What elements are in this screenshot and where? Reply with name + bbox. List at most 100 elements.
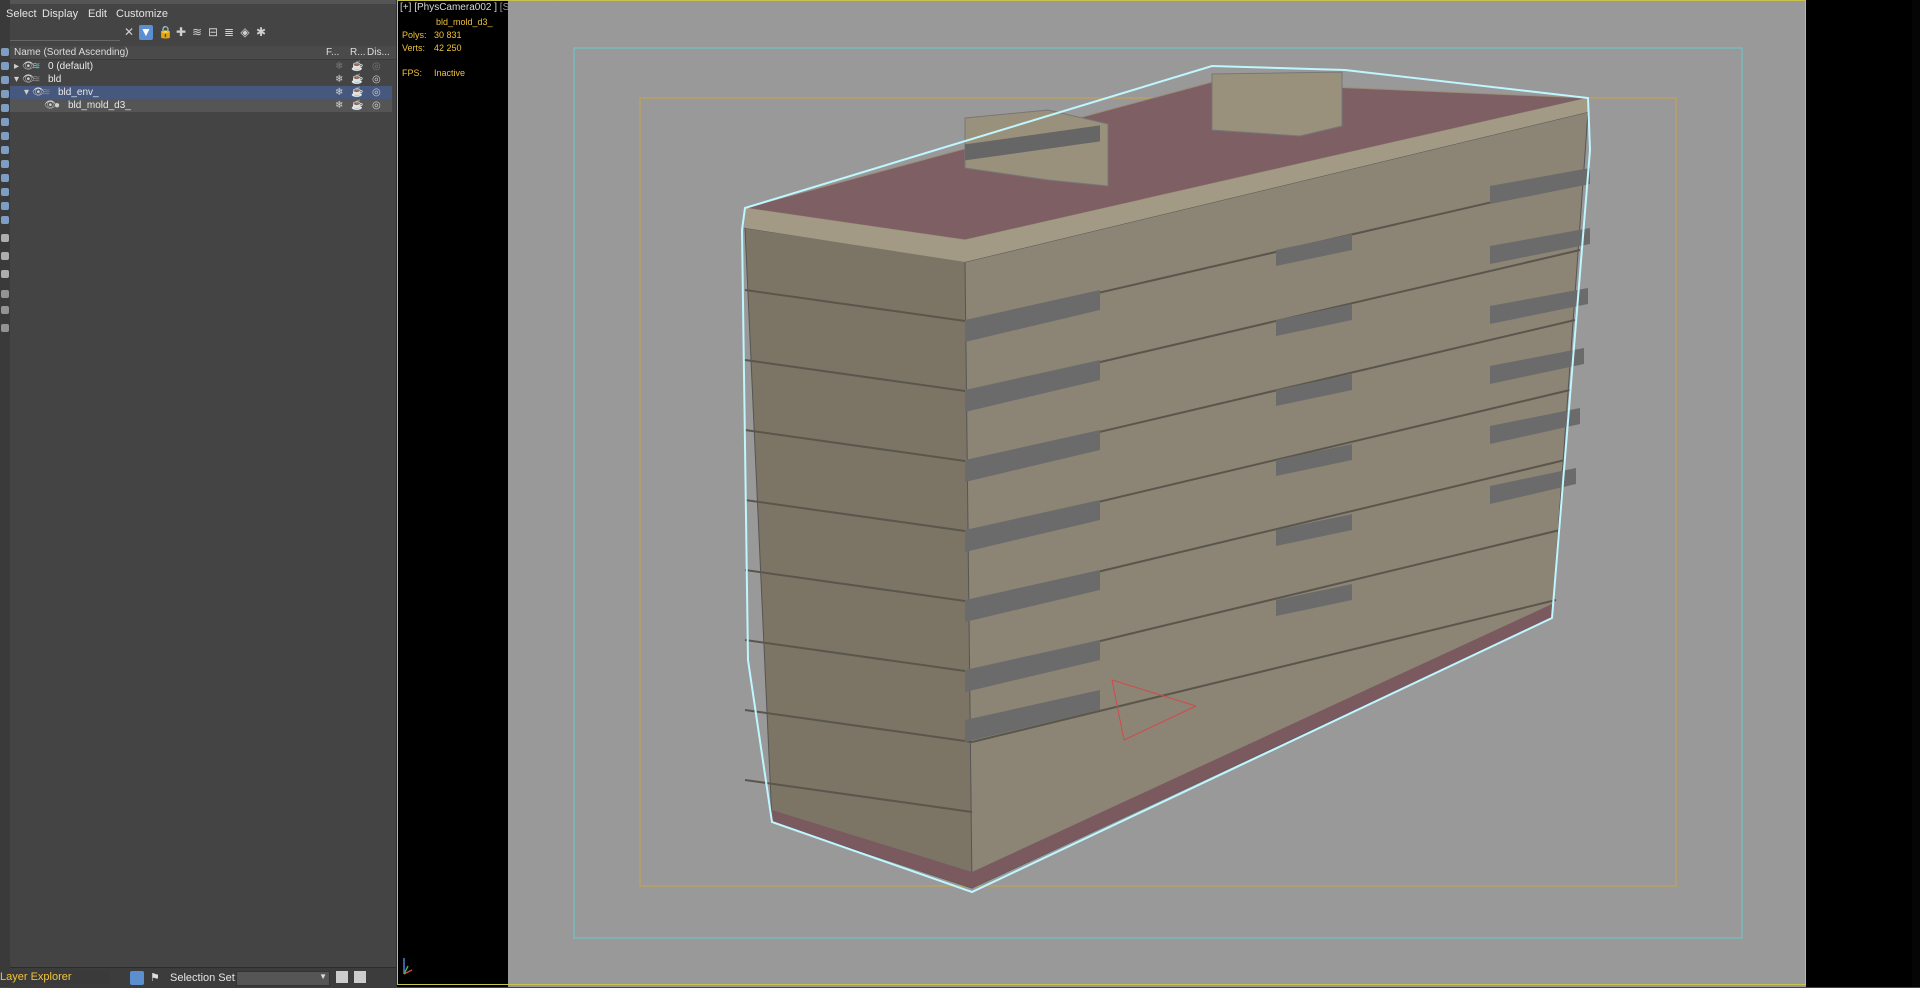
helper-icon[interactable]	[1, 104, 9, 112]
explorer-menubar: Select Display Edit Customize	[6, 8, 396, 22]
light-icon[interactable]	[1, 76, 9, 84]
stats-fps-label: FPS:	[402, 68, 423, 78]
render-icon[interactable]: ☕	[351, 99, 363, 112]
frozen-icon[interactable]	[1, 188, 9, 196]
layer-icon: ≋	[42, 87, 51, 98]
container-icon[interactable]	[1, 174, 9, 182]
collapse-arrow-icon[interactable]: ▾	[24, 86, 29, 99]
funnel-icon[interactable]	[1, 306, 9, 314]
layer-stack-icon[interactable]: ≣	[222, 25, 236, 40]
right-edge-bar	[1912, 0, 1920, 987]
sphere-icon[interactable]	[1, 48, 9, 56]
clear-search-icon[interactable]: ✕	[122, 25, 136, 40]
object-icon: ●	[54, 100, 61, 111]
display-icon[interactable]: ◎	[372, 60, 381, 73]
roof-box-right	[1211, 71, 1343, 137]
column-frozen[interactable]: F...	[326, 47, 339, 58]
freeze-icon[interactable]: ❄	[335, 73, 343, 86]
search-input[interactable]	[10, 26, 120, 41]
layer-icon: ≋	[32, 74, 41, 85]
stats-fps-row: FPS: Inactive	[402, 67, 493, 80]
highlight-layer-icon[interactable]: ◈	[238, 25, 252, 40]
viewport-point-of-view-menu[interactable]: [PhysCamera002 ]	[414, 2, 497, 13]
layer-name: bld_env_	[58, 87, 99, 98]
layers-icon[interactable]	[1, 62, 9, 70]
hidden-icon[interactable]	[1, 202, 9, 210]
render-icon[interactable]: ☕	[351, 86, 363, 99]
explorer-type-dropdown[interactable]: Layer Explorer	[0, 971, 110, 984]
list-icon[interactable]	[1, 270, 9, 278]
hierarchy-view-icon[interactable]: ⚑	[150, 971, 160, 984]
filter-none-icon[interactable]	[1, 234, 9, 242]
left-tool-strip	[0, 0, 10, 987]
selection-set-label: Selection Set:	[170, 972, 238, 984]
scene-render	[573, 47, 1743, 939]
stats-verts-row: Verts: 42 250	[402, 42, 493, 55]
axis-tripod-icon	[400, 952, 416, 980]
menu-edit[interactable]: Edit	[88, 8, 107, 20]
stats-polys-row: Polys: 30 831	[402, 29, 493, 42]
explorer-toolbar: ✕ ▼ 🔒 ✚ ≋ ⊟ ≣ ◈ ✱	[10, 24, 396, 44]
lock-icon[interactable]: 🔒	[158, 25, 173, 40]
group-icon[interactable]	[1, 132, 9, 140]
viewport-label-menu: [+] [PhysCamera002 ] [Standard ] [Defaul…	[400, 2, 631, 13]
render-icon[interactable]: ☕	[351, 73, 363, 86]
stats-object-name: bld_mold_d3_	[436, 17, 493, 27]
camera-icon[interactable]	[1, 90, 9, 98]
filter-toggle-icon[interactable]: ▼	[139, 25, 153, 40]
folder-icon[interactable]	[1, 324, 9, 332]
filter-icon[interactable]	[1, 290, 9, 298]
collapse-arrow-icon[interactable]: ▾	[14, 73, 19, 86]
display-icon[interactable]: ◎	[372, 99, 381, 112]
building-end-face	[744, 227, 976, 889]
layer-row[interactable]: ▾ 👁 ≋ bld_env_ ❄ ☕ ◎	[10, 86, 392, 99]
display-icon[interactable]: ◎	[372, 86, 381, 99]
add-layer-icon[interactable]: ✚	[174, 25, 188, 40]
column-render[interactable]: R...	[350, 47, 366, 58]
freeze-icon[interactable]: ❄	[335, 99, 343, 112]
render-icon[interactable]: ☕	[351, 60, 363, 73]
viewport-letterbox-left	[397, 0, 508, 987]
viewport-letterbox-right	[1806, 0, 1920, 987]
perspective-viewport[interactable]	[508, 0, 1806, 987]
settings-icon[interactable]: ✱	[254, 25, 268, 40]
object-row[interactable]: 👁 ● bld_mold_d3_ ❄ ☕ ◎	[10, 99, 392, 112]
menu-display[interactable]: Display	[42, 8, 78, 20]
spacewarp-icon[interactable]	[1, 118, 9, 126]
column-display[interactable]: Dis...	[367, 47, 390, 58]
expand-arrow-icon[interactable]: ▸	[14, 60, 19, 73]
stack-icon[interactable]: ≋	[190, 25, 204, 40]
stats-polys-label: Polys:	[402, 30, 427, 40]
bone-icon[interactable]	[1, 160, 9, 168]
chevron-down-icon: ▼	[319, 972, 327, 981]
column-name[interactable]: Name (Sorted Ascending)	[14, 47, 129, 58]
stats-polys-value: 30 831	[434, 30, 462, 40]
freeze-icon[interactable]: ❄	[335, 86, 343, 99]
xref-icon[interactable]	[1, 146, 9, 154]
menu-customize[interactable]: Customize	[116, 8, 168, 20]
layer-icon: ≋	[32, 61, 41, 72]
stats-verts-value: 42 250	[434, 43, 462, 53]
layer-name: 0 (default)	[48, 61, 94, 72]
layer-row[interactable]: ▾ 👁 ≋ bld ❄ ☕ ◎	[10, 73, 392, 86]
hierarchy-icon[interactable]: ⊟	[206, 25, 220, 40]
menu-select[interactable]: Select	[6, 8, 37, 20]
display-icon[interactable]: ◎	[372, 73, 381, 86]
stats-fps-value: Inactive	[434, 68, 466, 78]
explorer-bottom-bar: Layer Explorer ⚑ Selection Set: ▼	[0, 967, 396, 988]
stats-verts-label: Verts:	[402, 43, 426, 53]
layer-name: bld	[48, 74, 62, 85]
invert-icon[interactable]	[1, 252, 9, 260]
layer-view-icon[interactable]	[130, 971, 144, 985]
viewport-general-menu[interactable]: [+]	[400, 2, 411, 13]
freeze-icon[interactable]: ❄	[335, 60, 343, 73]
viewport-standard-menu[interactable]: [Standard ]	[500, 2, 549, 13]
viewport-shading-menu[interactable]: [Default Shading ]	[552, 2, 632, 13]
selection-set-edit-icon[interactable]	[336, 971, 348, 983]
layer-row[interactable]: ▸ 👁 ≋ 0 (default) ❄ ☕ ◎	[10, 60, 392, 73]
panel-grip[interactable]	[10, 0, 396, 4]
viewport-statistics: bld_mold_d3_ Polys: 30 831 Verts: 42 250 F…	[402, 16, 493, 80]
selection-set-create-icon[interactable]	[354, 971, 366, 983]
all-icon[interactable]	[1, 216, 9, 224]
selection-set-dropdown[interactable]: ▼	[236, 971, 330, 986]
